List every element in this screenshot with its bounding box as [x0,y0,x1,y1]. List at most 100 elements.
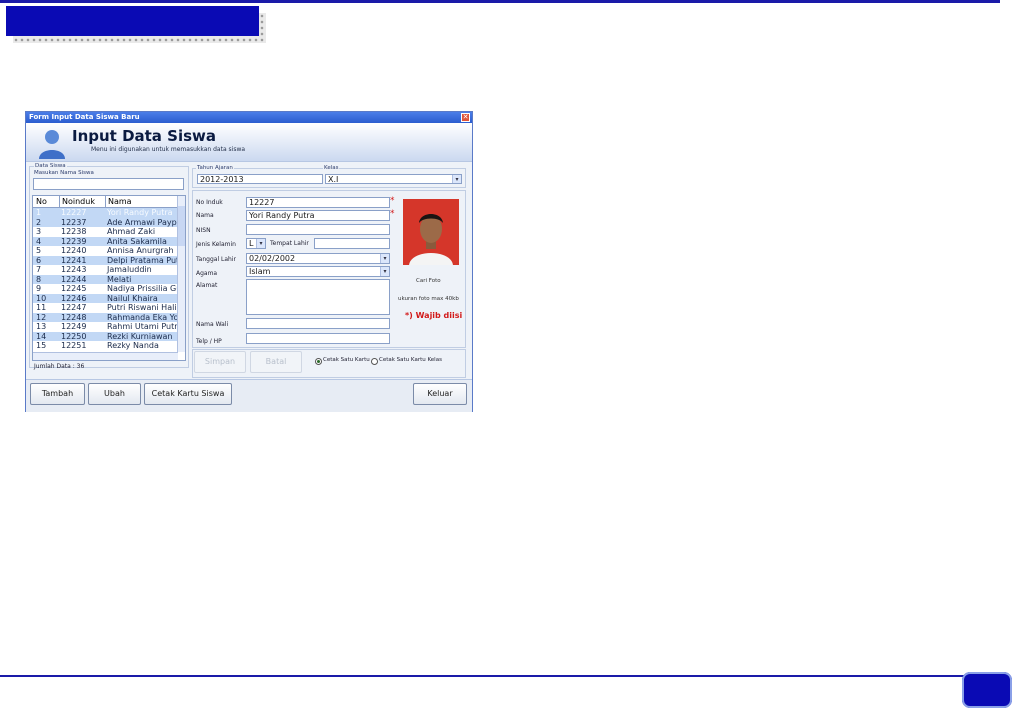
cell-nama: Rezky Nanda [107,341,159,350]
list-vscrollbar[interactable] [177,196,185,352]
list-item[interactable]: 5 12240 Annisa Anurgrah [33,246,185,256]
nisn-field[interactable] [246,224,390,235]
list-item[interactable]: 12 12248 Rahmanda Eka Yo [33,312,185,322]
close-icon[interactable]: ✕ [461,113,470,122]
cell-no: 12 [36,312,47,322]
col-noinduk[interactable]: Noinduk [59,196,95,207]
chevron-down-icon[interactable]: ▾ [256,239,265,248]
cari-foto-link[interactable]: Cari Foto [416,278,441,284]
tahun-ajaran-label: Tahun Ajaran [196,165,234,171]
list-item[interactable]: 15 12251 Rezky Nanda [33,341,185,351]
list-item[interactable]: 4 12239 Anita Sakamila [33,236,185,246]
cell-noinduk: 12248 [61,312,87,322]
cell-no: 14 [36,331,47,341]
required-mark: * [390,196,395,206]
no-induk-label: No Induk [196,199,223,206]
no-induk-field[interactable]: 12227 [246,197,390,208]
cell-nama: Rahmi Utami Putri [107,322,180,331]
cell-noinduk: 12251 [61,341,87,350]
radio-cetak-kelas[interactable] [371,358,378,365]
list-vscroll-thumb[interactable] [178,206,185,246]
search-input[interactable] [33,178,184,190]
keluar-button[interactable]: Keluar [413,383,467,405]
simpan-button[interactable]: Simpan [194,351,246,373]
tanggal-lahir-picker[interactable]: 02/02/2002 ▾ [246,253,390,264]
tahun-ajaran-field[interactable]: 2012-2013 [197,174,323,184]
jenis-kelamin-value: L [249,239,254,248]
nama-field[interactable]: Yori Randy Putra [246,210,390,221]
cell-noinduk: 12227 [61,208,87,217]
telp-field[interactable] [246,333,390,344]
tempat-lahir-field[interactable] [314,238,390,249]
cell-nama: Delpi Pratama Put [107,255,180,265]
cell-no: 7 [36,265,42,274]
list-item[interactable]: 2 12237 Ade Armawi Paypa [33,217,185,227]
col-nama[interactable]: Nama [105,196,132,207]
tanggal-lahir-label: Tanggal Lahir [196,256,236,263]
chevron-down-icon[interactable]: ▾ [380,254,389,263]
cell-no: 13 [36,322,47,331]
list-hscrollbar[interactable] [33,352,178,360]
cell-nama: Melati [107,274,132,284]
cell-no: 9 [36,284,42,293]
tambah-button[interactable]: Tambah [30,383,85,405]
list-item[interactable]: 9 12245 Nadiya Prissilia Gu [33,284,185,294]
kelas-select[interactable]: X.I ▾ [325,174,462,184]
banner-title: Input Data Siswa [72,127,217,145]
jenis-kelamin-label: Jenis Kelamin [196,241,236,248]
cell-noinduk: 12243 [61,265,87,274]
list-item[interactable]: 1 12227 Yori Randy Putra [33,208,185,218]
list-item[interactable]: 13 12249 Rahmi Utami Putri [33,322,185,332]
slide-title-box [6,6,259,36]
telp-label: Telp / HP [196,338,222,345]
nama-wali-field[interactable] [246,318,390,329]
list-item[interactable]: 8 12244 Melati [33,274,185,284]
slide-number-badge [962,672,1012,708]
search-label: Masukan Nama Siswa [34,170,94,176]
cell-nama: Ahmad Zaki [107,227,156,236]
required-mark: * [390,209,395,219]
list-item[interactable]: 14 12250 Rezki Kurniawan [33,331,185,341]
col-no[interactable]: No [36,196,47,207]
cell-noinduk: 12246 [61,293,87,303]
chevron-down-icon[interactable]: ▾ [380,267,389,276]
wajib-note: *) Wajib diisi [405,311,463,320]
kelas-label: Kelas [323,165,340,171]
list-item[interactable]: 10 12246 Nailul Khaira [33,293,185,303]
jenis-kelamin-select[interactable]: L ▾ [246,238,266,249]
agama-select[interactable]: Islam ▾ [246,266,390,277]
chevron-down-icon[interactable]: ▾ [452,175,461,183]
cell-nama: Nadiya Prissilia Gu [107,284,182,293]
header-banner: Input Data Siswa Menu ini digunakan untu… [26,123,472,162]
list-item[interactable]: 11 12247 Putri Riswani Halir [33,303,185,313]
batal-button[interactable]: Batal [250,351,302,373]
tempat-lahir-label: Tempat Lahir [270,240,309,247]
agama-label: Agama [196,270,218,277]
cell-nama: Rahmanda Eka Yo [107,312,179,322]
ubah-button[interactable]: Ubah [88,383,141,405]
alamat-textarea[interactable] [246,279,390,315]
agama-value: Islam [249,267,271,276]
kelas-value: X.I [328,175,339,184]
ukuran-foto-note: ukuran foto max 40kb [398,296,459,302]
list-item[interactable]: 3 12238 Ahmad Zaki [33,227,185,237]
list-item[interactable]: 7 12243 Jamaluddin [33,265,185,275]
cetak-kartu-button[interactable]: Cetak Kartu Siswa [144,383,232,405]
student-photo [403,199,459,265]
student-list[interactable]: No Noinduk Nama 1 12227 Yori Randy Putra 2 1… [32,195,186,361]
radio-cetak-satu-label: Cetak Satu Kartu [323,357,370,363]
banner-subtitle: Menu ini digunakan untuk memasukkan data… [91,146,246,153]
cell-no: 5 [36,246,42,255]
cell-nama: Annisa Anurgrah [107,246,174,255]
tanggal-lahir-value: 02/02/2002 [249,254,296,263]
user-icon [39,130,65,159]
cell-noinduk: 12247 [61,303,87,312]
cell-no: 11 [36,303,47,312]
list-item[interactable]: 6 12241 Delpi Pratama Put [33,255,185,265]
cell-noinduk: 12238 [61,227,87,236]
radio-cetak-satu[interactable] [315,358,322,365]
slide-top-rule [0,0,1000,3]
cell-no: 8 [36,274,42,284]
cell-nama: Ade Armawi Paypa [107,217,182,227]
cell-noinduk: 12245 [61,284,87,293]
